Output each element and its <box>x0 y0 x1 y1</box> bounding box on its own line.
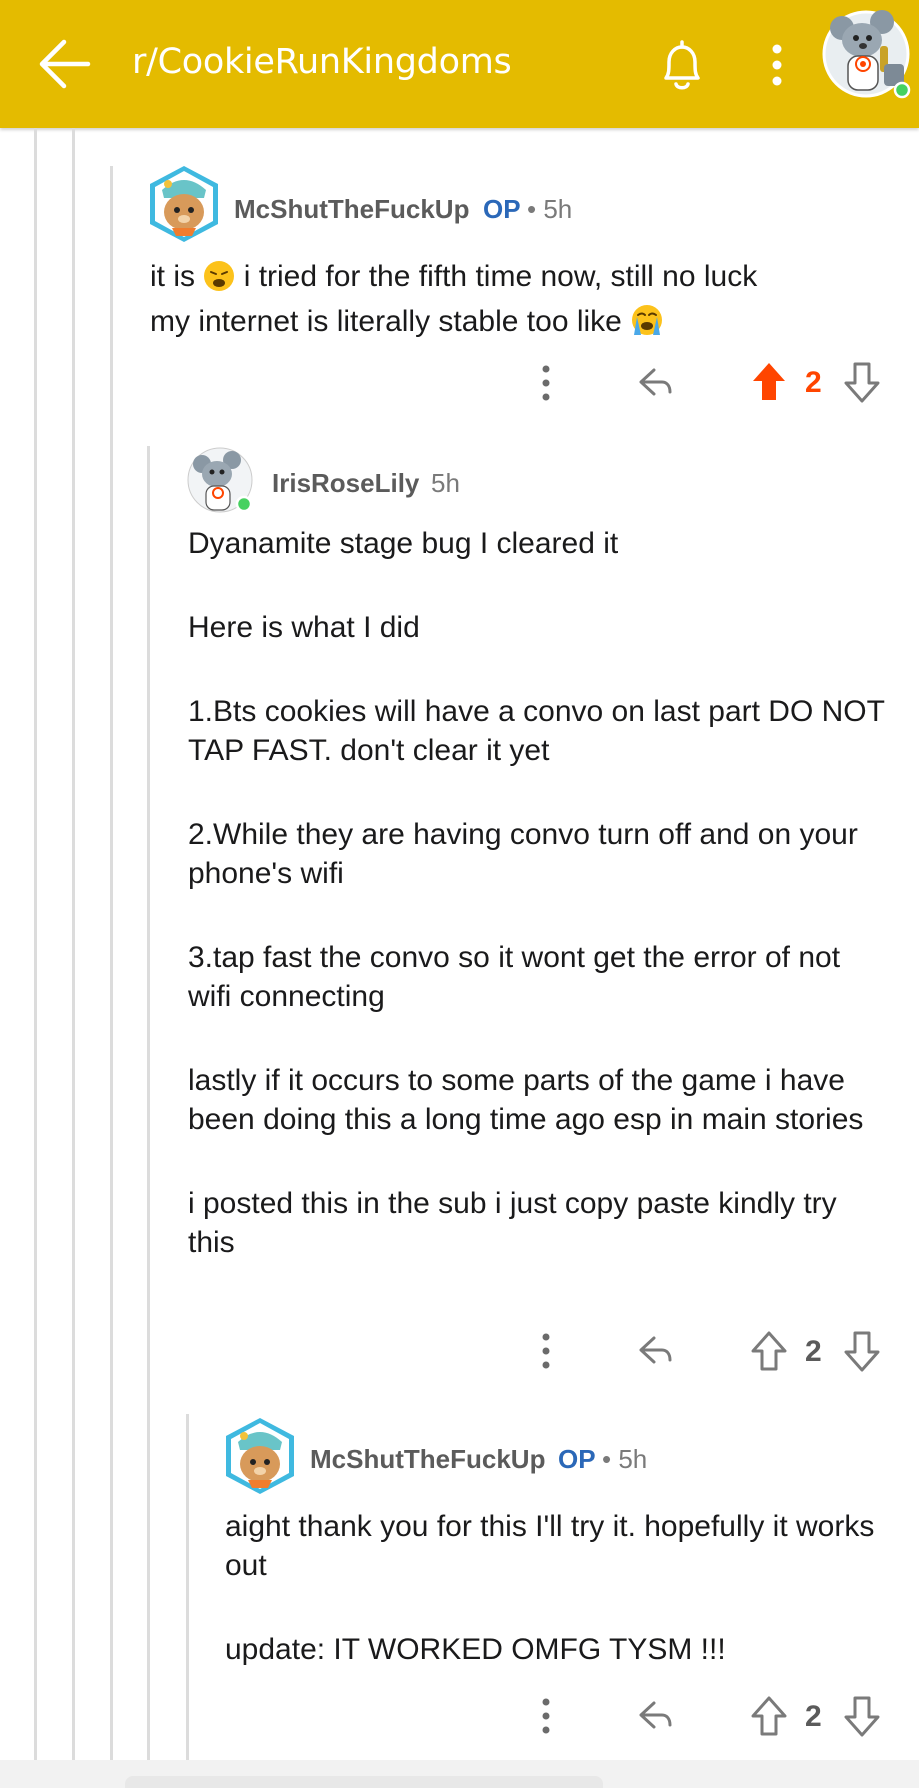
thread-line[interactable] <box>34 128 37 1760</box>
downvote-arrow-icon <box>844 1331 880 1372</box>
comment-paragraph: 1.Bts cookies will have a convo on last … <box>188 695 885 767</box>
vote-count: 2 <box>805 1335 822 1368</box>
reply-button[interactable] <box>636 1695 676 1740</box>
comment-paragraph: i posted this in the sub i just copy pas… <box>188 1187 837 1259</box>
comment-paragraph: Here is what I did <box>188 611 420 644</box>
upvote-arrow-filled-icon <box>753 363 785 400</box>
downvote-button[interactable] <box>843 1329 881 1378</box>
comment-text: my internet is literally stable too like <box>150 305 622 338</box>
koala-avatar-icon <box>822 10 911 99</box>
comment-time: 5h <box>431 468 460 498</box>
vertical-dots-icon <box>772 44 782 86</box>
downvote-arrow-icon <box>844 362 880 403</box>
bell-icon <box>664 40 700 90</box>
thread-line[interactable] <box>186 1414 189 1760</box>
commenter-avatar[interactable] <box>222 1416 298 1501</box>
comment-more-button[interactable] <box>534 362 558 409</box>
vertical-dots-icon <box>542 365 550 401</box>
comment-time: • 5h <box>602 1444 648 1474</box>
arrow-left-icon <box>39 39 91 89</box>
comment-author[interactable]: IrisRoseLily <box>272 468 419 499</box>
vote-count: 2 <box>805 366 822 399</box>
reply-button[interactable] <box>636 1330 676 1375</box>
reply-arrow-icon <box>639 368 672 396</box>
koala-avatar-icon <box>187 447 253 513</box>
subreddit-title[interactable]: r/CookieRunKingdoms <box>132 42 512 82</box>
top-app-bar: r/CookieRunKingdoms <box>0 0 919 128</box>
comment-author[interactable]: McShutTheFuckUp <box>310 1444 545 1475</box>
comment-author[interactable]: McShutTheFuckUp <box>234 194 469 225</box>
comment-time: • 5h <box>527 194 573 224</box>
reply-button[interactable] <box>636 362 676 407</box>
vertical-dots-icon <box>542 1698 550 1734</box>
comment-paragraph: Dyanamite stage bug I cleared it <box>188 527 619 560</box>
reply-arrow-icon <box>639 1701 672 1729</box>
downvote-arrow-icon <box>844 1696 880 1737</box>
notifications-button[interactable] <box>655 38 709 94</box>
upvote-button[interactable] <box>750 360 788 409</box>
upvote-button[interactable] <box>750 1694 788 1743</box>
upvote-arrow-icon <box>751 1331 787 1371</box>
comment-paragraph: 3.tap fast the convo so it wont get the … <box>188 941 841 1013</box>
vertical-dots-icon <box>542 1333 550 1369</box>
comment-text: it is <box>150 260 195 293</box>
op-badge: OP <box>483 194 521 224</box>
back-button[interactable] <box>36 34 94 94</box>
weary-face-emoji <box>203 260 235 302</box>
comment-body: aight thank you for this I'll try it. ho… <box>225 1507 875 1669</box>
loudly-crying-face-emoji <box>630 303 664 347</box>
downvote-button[interactable] <box>843 1694 881 1743</box>
comment-more-button[interactable] <box>534 1330 558 1377</box>
comment-body: it is i tried for the fifth time now, st… <box>150 257 890 347</box>
bear-avatar-icon <box>150 166 218 242</box>
op-badge: OP <box>558 1444 596 1474</box>
user-avatar[interactable] <box>822 6 912 100</box>
reply-composer-pill[interactable] <box>125 1776 603 1788</box>
vote-count: 2 <box>805 1700 822 1733</box>
comment-text: i tried for the fifth time now, still no… <box>243 260 758 293</box>
comment-more-button[interactable] <box>534 1695 558 1742</box>
comment-body: Dyanamite stage bug I cleared it Here is… <box>188 524 888 1262</box>
upvote-arrow-icon <box>751 1696 787 1736</box>
thread-line[interactable] <box>72 128 75 1760</box>
upvote-button[interactable] <box>750 1329 788 1378</box>
commenter-avatar[interactable] <box>186 446 254 521</box>
more-options-button[interactable] <box>762 40 792 90</box>
downvote-button[interactable] <box>843 360 881 409</box>
commenter-avatar[interactable] <box>146 164 222 249</box>
comment-paragraph: lastly if it occurs to some parts of the… <box>188 1064 864 1136</box>
reply-arrow-icon <box>639 1336 672 1364</box>
comment-paragraph: 2.While they are having convo turn off a… <box>188 818 858 890</box>
comment-paragraph: aight thank you for this I'll try it. ho… <box>225 1510 875 1582</box>
comment-paragraph: update: IT WORKED OMFG TYSM !!! <box>225 1633 726 1666</box>
thread-line[interactable] <box>147 446 150 1760</box>
bear-avatar-icon <box>226 1418 294 1494</box>
thread-line[interactable] <box>110 166 113 1760</box>
